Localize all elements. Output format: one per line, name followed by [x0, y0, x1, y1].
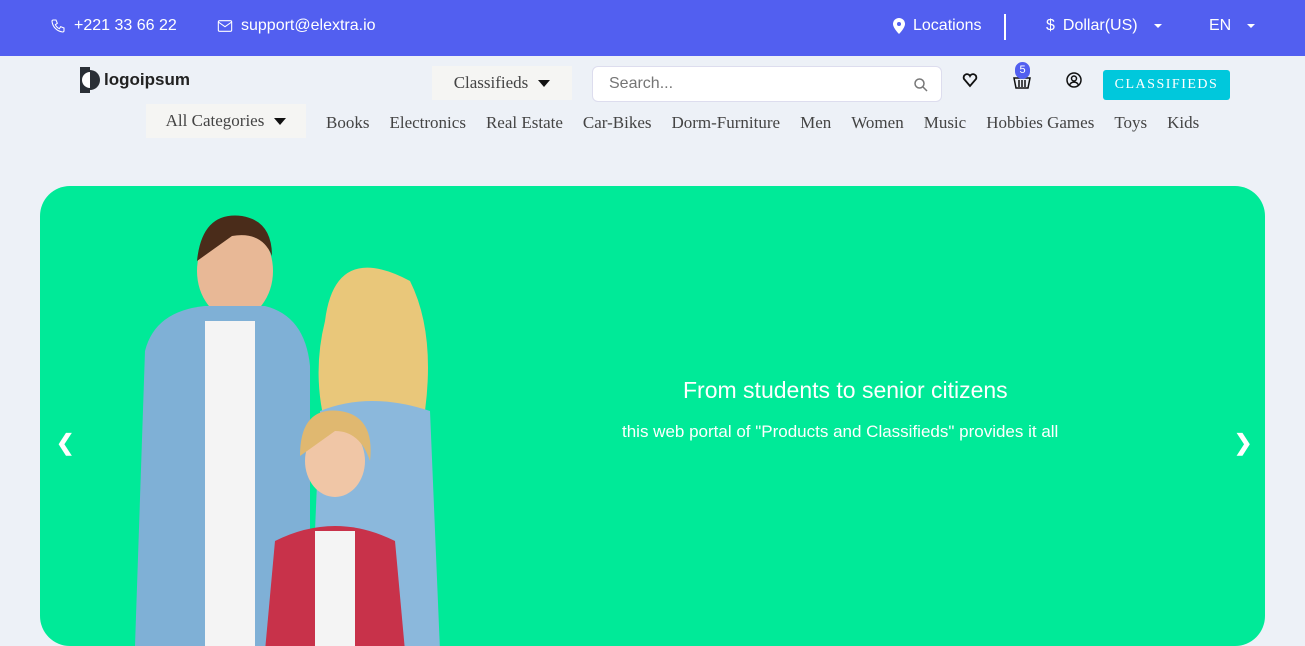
language-select[interactable]: EN — [1209, 17, 1256, 35]
nav-item-dorm-furniture[interactable]: Dorm-Furniture — [671, 113, 780, 133]
dollar-icon: $ — [1046, 17, 1055, 34]
nav-item-car-bikes[interactable]: Car-Bikes — [583, 113, 652, 133]
caret-down-icon — [1247, 24, 1256, 28]
logo-text: logoipsum — [104, 70, 190, 89]
classifieds-button[interactable]: CLASSIFIEDS — [1103, 70, 1230, 100]
carousel-prev-button[interactable]: ❮ — [56, 430, 74, 456]
hero-carousel: ❮ From students to senior citizens this … — [40, 186, 1265, 646]
logo-icon — [80, 67, 100, 93]
search-input[interactable] — [592, 66, 942, 102]
nav-item-music[interactable]: Music — [924, 113, 967, 133]
email-contact[interactable]: support@elextra.io — [217, 17, 376, 35]
divider — [1004, 14, 1006, 40]
listing-type-label: Classifieds — [453, 73, 529, 92]
nav-item-hobbies-games[interactable]: Hobbies Games — [986, 113, 1094, 133]
mail-icon — [217, 20, 233, 32]
currency-label: Dollar(US) — [1062, 17, 1138, 34]
phone-icon — [51, 19, 65, 33]
nav-item-electronics[interactable]: Electronics — [389, 113, 465, 133]
top-bar: +221 33 66 22 support@elextra.io Locatio… — [0, 0, 1305, 56]
nav-item-books[interactable]: Books — [326, 113, 369, 133]
family-photo — [135, 215, 440, 646]
hero-subtitle: this web portal of "Products and Classif… — [622, 422, 1059, 441]
search-icon[interactable] — [914, 78, 928, 92]
language-label: EN — [1209, 17, 1232, 34]
caret-down-icon — [274, 117, 287, 125]
caret-down-icon — [1153, 24, 1162, 28]
carousel-next-button[interactable]: ❯ — [1234, 430, 1252, 456]
nav-item-toys[interactable]: Toys — [1114, 113, 1147, 133]
nav-item-real-estate[interactable]: Real Estate — [486, 113, 563, 133]
locations-label: Locations — [913, 17, 982, 34]
category-nav: Books Electronics Real Estate Car-Bikes … — [326, 113, 1199, 133]
all-categories-select[interactable]: All Categories — [146, 104, 306, 138]
hero-title: From students to senior citizens — [683, 377, 1008, 403]
cart-count-badge: 5 — [1015, 62, 1030, 79]
phone-number: +221 33 66 22 — [74, 17, 177, 34]
caret-down-icon — [538, 79, 551, 87]
map-pin-icon — [893, 18, 905, 34]
nav-item-kids[interactable]: Kids — [1167, 113, 1199, 133]
locations-link[interactable]: Locations — [893, 17, 982, 35]
phone-contact[interactable]: +221 33 66 22 — [50, 17, 177, 35]
all-categories-label: All Categories — [165, 111, 265, 130]
user-account-icon[interactable] — [1066, 72, 1082, 88]
email-address: support@elextra.io — [241, 17, 376, 34]
wishlist-heart-icon[interactable] — [962, 72, 978, 88]
nav-item-women[interactable]: Women — [851, 113, 903, 133]
currency-select[interactable]: $ Dollar(US) — [1046, 17, 1162, 35]
listing-type-select[interactable]: Classifieds — [432, 66, 572, 100]
nav-item-men[interactable]: Men — [800, 113, 831, 133]
logo[interactable]: logoipsum — [80, 67, 190, 93]
